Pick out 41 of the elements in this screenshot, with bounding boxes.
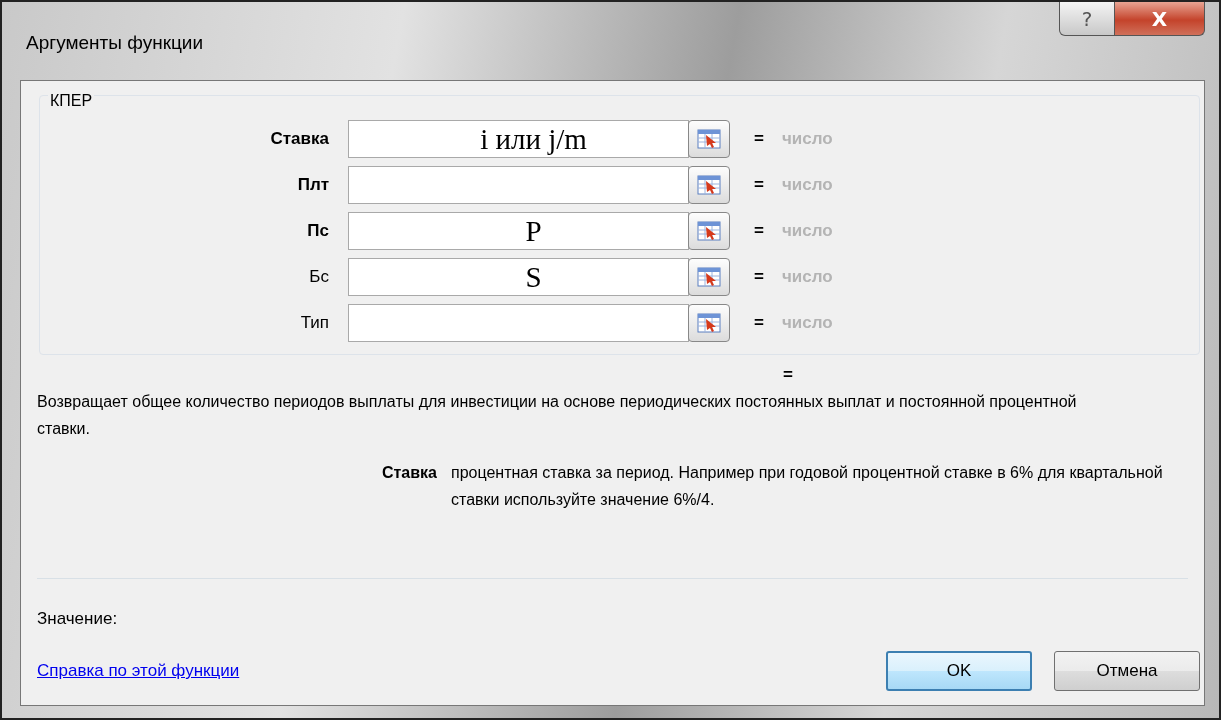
equals-sign: = [754,175,764,195]
range-select-button[interactable] [688,304,730,342]
equals-sign: = [754,267,764,287]
equals-sign: = [754,129,764,149]
function-description: Возвращает общее количество периодов выплаты для инвестиции на основе периодических постоянных выплат и постоянной процентной ставки. [37,392,1078,439]
argument-type: число [781,221,833,241]
close-button[interactable]: X [1115,2,1205,36]
argument-field[interactable]: i или j/m [348,120,689,158]
argument-type: число [781,129,833,149]
table-icon [697,267,721,287]
value-label: Значение: [37,609,119,629]
range-select-button[interactable] [688,258,730,296]
argument-type: число [781,267,833,287]
window-title: Аргументы функции [25,32,205,54]
argument-field[interactable] [348,166,689,204]
equals-sign: = [754,221,764,241]
argument-type: число [781,313,833,333]
argument-description: процентная ставка за период. Например при годовой процентной ставке в 6% для квартальной ставки используйте значение 6%/4. [451,463,1164,510]
argument-field[interactable] [348,304,689,342]
argument-name: Ставка [380,463,438,483]
ok-button[interactable]: OK [886,651,1032,691]
argument-label: Бс [308,267,330,287]
argument-label: Тип [299,313,330,333]
argument-field[interactable]: S [348,258,689,296]
range-select-button[interactable] [688,166,730,204]
range-select-button[interactable] [688,212,730,250]
table-icon [697,129,721,149]
table-icon [697,313,721,333]
range-select-button[interactable] [688,120,730,158]
argument-label: Плт [296,175,330,195]
help-link[interactable]: Справка по этой функции [37,661,240,680]
equals-sign: = [754,313,764,333]
argument-label: Пс [306,221,330,241]
cancel-button[interactable]: Отмена [1054,651,1200,691]
argument-field[interactable]: P [348,212,689,250]
formula-result: = [783,365,793,385]
help-button[interactable]: ? [1059,2,1115,36]
table-icon [697,221,721,241]
argument-label: Ставка [269,129,330,149]
argument-type: число [781,175,833,195]
table-icon [697,175,721,195]
